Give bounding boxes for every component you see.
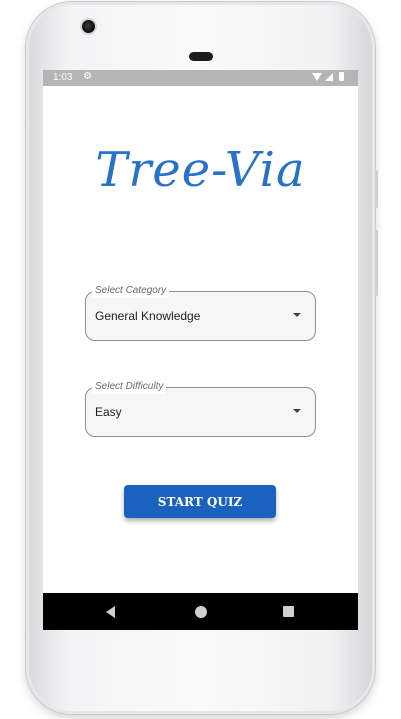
screen: 1:03 ⚙ Tree-Via Select Category General … [43, 70, 358, 630]
difficulty-value: Easy [95, 405, 122, 419]
signal-icon [325, 73, 333, 81]
recent-square-icon[interactable] [283, 606, 294, 617]
gear-icon: ⚙ [83, 71, 92, 82]
earpiece-speaker [189, 52, 213, 61]
battery-icon [339, 72, 344, 81]
category-value: General Knowledge [95, 309, 201, 323]
home-circle-icon[interactable] [195, 606, 207, 618]
start-quiz-button[interactable]: START QUIZ [124, 485, 276, 518]
difficulty-label: Select Difficulty [92, 380, 167, 394]
wifi-icon [312, 73, 322, 81]
phone-volume-button [375, 230, 378, 296]
status-indicators [312, 72, 350, 84]
back-triangle-icon[interactable] [106, 606, 115, 618]
status-time: 1:03 [53, 72, 73, 83]
dropdown-arrow-icon [293, 313, 301, 317]
category-label: Select Category [92, 284, 170, 298]
status-bar: 1:03 ⚙ [43, 70, 358, 86]
difficulty-dropdown[interactable]: Select Difficulty Easy [85, 380, 316, 437]
dropdown-arrow-icon [293, 409, 301, 413]
phone-side-button [375, 170, 378, 208]
app-title: Tree-Via [95, 142, 306, 198]
category-dropdown[interactable]: Select Category General Knowledge [85, 284, 316, 341]
front-camera-icon [82, 20, 95, 33]
android-nav-bar [43, 593, 358, 630]
